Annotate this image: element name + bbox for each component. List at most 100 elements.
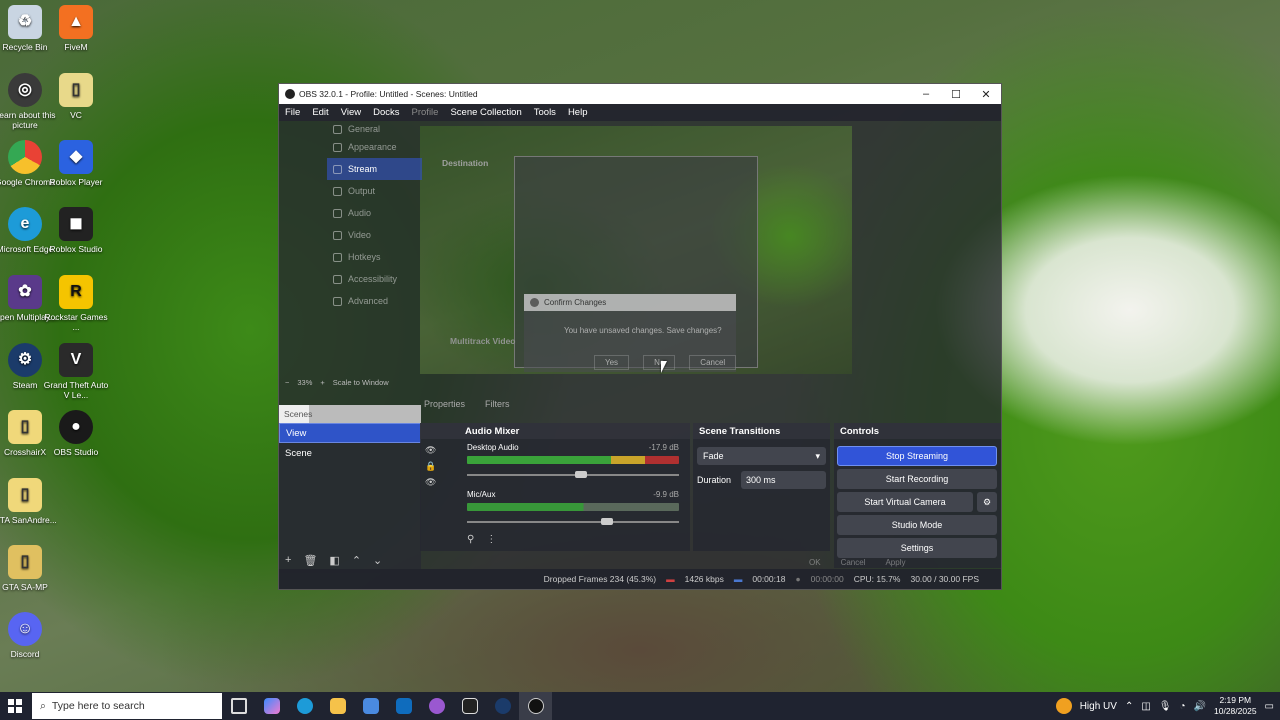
program-preview[interactable]: Destination Multitrack Video Confirm Cha… [420, 126, 852, 374]
tab-filters[interactable]: Filters [485, 399, 510, 409]
lock-icon[interactable]: 🔒 [425, 461, 436, 472]
menu-docks[interactable]: Docks [373, 107, 399, 118]
desktop-icon-roblox-studio[interactable]: ◼ Roblox Studio [43, 207, 109, 254]
menu-profile[interactable]: Profile [412, 107, 439, 118]
yes-button[interactable]: Yes [594, 355, 630, 370]
duration-label: Duration [697, 475, 732, 485]
scene-item-scene[interactable]: Scene [279, 443, 421, 463]
tab-scenes[interactable]: Scenes [279, 405, 421, 423]
notification-icon[interactable]: ▭ [1265, 701, 1274, 712]
steam-icon[interactable] [486, 692, 519, 720]
mixer-menu-icon[interactable]: ⋮ [486, 534, 496, 545]
copilot-icon[interactable] [255, 692, 288, 720]
roblox-studio-icon: ◼ [59, 207, 93, 241]
menu-file[interactable]: File [285, 107, 300, 118]
move-up-icon[interactable]: ⌃ [352, 554, 361, 567]
obs-logo-icon [530, 298, 539, 307]
start-recording-button[interactable]: Start Recording [837, 469, 997, 489]
desktop-icon-gtav[interactable]: V Grand Theft Auto V Le... [43, 343, 109, 400]
maximize-button[interactable]: ☐ [941, 84, 971, 104]
stop-streaming-button[interactable]: Stop Streaming [837, 446, 997, 466]
settings-item-general[interactable]: General [327, 122, 422, 136]
windows-start-icon[interactable] [8, 699, 22, 713]
desktop-icon-gta-sa[interactable]: ▯GTA SanAndre... [0, 478, 58, 525]
eye-icon[interactable]: 👁 [425, 477, 436, 488]
add-scene-icon[interactable]: + [285, 554, 291, 567]
dialog-title: Confirm Changes [544, 298, 607, 307]
desktop-icon-vc[interactable]: ▯ VC [43, 73, 109, 120]
microphone-icon[interactable]: 🎙 [1159, 701, 1172, 712]
cancel-button[interactable]: Cancel [689, 355, 737, 370]
chevron-up-icon[interactable]: ⌃ [1125, 701, 1133, 712]
chrome-icon [8, 140, 42, 174]
desktop-icon-roblox-player[interactable]: ◆ Roblox Player [43, 140, 109, 187]
desktop-icon-fivem[interactable]: ▲ FiveM [43, 5, 109, 52]
settings-item-accessibility[interactable]: Accessibility [327, 268, 422, 290]
menu-view[interactable]: View [341, 107, 361, 118]
settings-cancel-button[interactable]: Cancel [841, 558, 866, 567]
settings-item-hotkeys[interactable]: Hotkeys [327, 246, 422, 268]
edge-icon[interactable] [288, 692, 321, 720]
weather-icon[interactable] [1055, 698, 1072, 714]
close-button[interactable]: ✕ [971, 84, 1001, 104]
mixer-title: Audio Mixer [420, 423, 690, 439]
menu-tools[interactable]: Tools [534, 107, 556, 118]
clock[interactable]: 2:19 PM 10/28/2025 [1214, 695, 1257, 717]
menu-edit[interactable]: Edit [312, 107, 328, 118]
zoom-in-button[interactable]: + [320, 378, 324, 387]
store-icon[interactable] [354, 692, 387, 720]
settings-item-appearance[interactable]: Appearance [327, 136, 422, 158]
volume-slider[interactable] [467, 471, 679, 478]
transition-select[interactable]: Fade ▾ [697, 447, 826, 465]
weather-text[interactable]: High UV [1080, 701, 1117, 712]
unity-icon[interactable] [453, 692, 486, 720]
obs-titlebar[interactable]: OBS 32.0.1 - Profile: Untitled - Scenes:… [279, 84, 1001, 104]
outlook-icon[interactable] [387, 692, 420, 720]
move-down-icon[interactable]: ⌄ [373, 554, 382, 567]
tab-properties[interactable]: Properties [424, 399, 465, 409]
start-virtual-camera-button[interactable]: Start Virtual Camera [837, 492, 973, 512]
settings-item-audio[interactable]: Audio [327, 202, 422, 224]
menu-scene-collection[interactable]: Scene Collection [450, 107, 521, 118]
menu-help[interactable]: Help [568, 107, 588, 118]
studio-mode-button[interactable]: Studio Mode [837, 515, 997, 535]
minimize-button[interactable]: – [911, 84, 941, 104]
remove-scene-icon[interactable]: 🗑 [303, 554, 317, 567]
eye-icon[interactable]: 👁 [425, 445, 436, 456]
zoom-out-button[interactable]: − [285, 378, 289, 387]
network-icon[interactable]: ◫ [1141, 701, 1150, 712]
scale-mode-select[interactable]: Scale to Window [333, 378, 389, 387]
desktop-icon-discord[interactable]: ☺ Discord [0, 612, 58, 659]
volume-icon[interactable]: 🔊 [1194, 701, 1206, 712]
desktop-icon-obs[interactable]: ● OBS Studio [43, 410, 109, 457]
file-explorer-icon[interactable] [321, 692, 354, 720]
scene-item-view[interactable]: View [279, 423, 421, 443]
chatgpt-icon[interactable] [420, 692, 453, 720]
search-input[interactable]: ⌕ Type here to search [32, 693, 222, 719]
wifi-icon[interactable]: ◔ [1180, 701, 1186, 712]
desktop-icon-rockstar[interactable]: R Rockstar Games ... [43, 275, 109, 332]
settings-item-output[interactable]: Output [327, 180, 422, 202]
settings-item-advanced[interactable]: Advanced [327, 290, 422, 312]
no-button[interactable]: No [643, 355, 676, 370]
obs-icon: ● [59, 410, 93, 444]
scene-filter-icon[interactable]: ◧ [329, 554, 339, 567]
volume-slider[interactable] [467, 518, 679, 525]
search-icon: ⌕ [40, 699, 46, 712]
task-view-icon[interactable] [222, 692, 255, 720]
learn-picture-icon: ◎ [8, 73, 42, 107]
settings-item-stream[interactable]: Stream [327, 158, 422, 180]
obs-icon[interactable] [519, 692, 552, 720]
gear-icon[interactable]: ⚙ [977, 492, 997, 512]
fps: 30.00 / 30.00 FPS [910, 574, 979, 584]
appearance-icon [333, 142, 342, 152]
mixer-settings-icon[interactable]: ⚲ [467, 534, 474, 545]
apply-button[interactable]: Apply [885, 558, 905, 567]
desktop-icon-samp[interactable]: ▯ GTA SA-MP [0, 545, 58, 592]
settings-item-video[interactable]: Video [327, 224, 422, 246]
duration-input[interactable]: 300 ms [741, 471, 826, 489]
transitions-title: Scene Transitions [693, 423, 830, 439]
settings-button[interactable]: Settings [837, 538, 997, 558]
ok-button[interactable]: OK [809, 558, 821, 567]
scene-transitions-dock: Scene Transitions Fade ▾ Duration 300 ms [693, 423, 830, 551]
